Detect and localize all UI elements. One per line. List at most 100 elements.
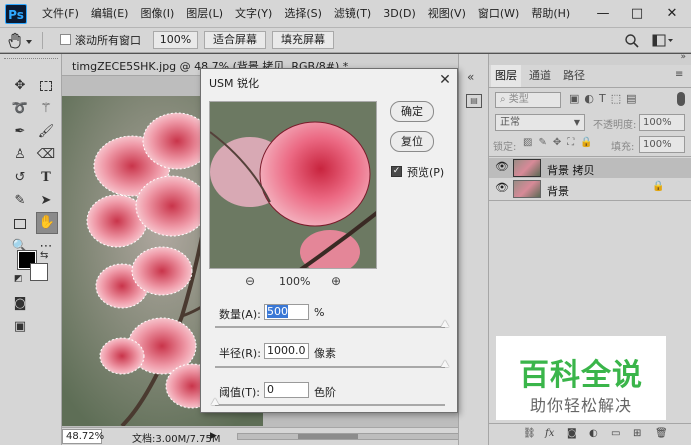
status-arrow-icon[interactable]: ▶ — [210, 431, 217, 441]
threshold-input[interactable]: 0 — [264, 382, 309, 398]
tab-channels[interactable]: 通道 — [525, 65, 555, 87]
menu-help[interactable]: 帮助(H) — [525, 0, 576, 28]
path-selection-tool-icon[interactable]: ➤ — [36, 191, 56, 211]
filter-toggle[interactable] — [677, 92, 685, 106]
menu-view[interactable]: 视图(V) — [422, 0, 472, 28]
link-layers-icon[interactable]: ⛓ — [523, 428, 536, 439]
adjustment-layer-icon[interactable]: ◐ — [589, 428, 598, 439]
menu-image[interactable]: 图像(I) — [134, 0, 180, 28]
visibility-eye-icon[interactable]: 👁 — [495, 160, 509, 173]
menu-bar: Ps 文件(F) 编辑(E) 图像(I) 图层(L) 文字(Y) 选择(S) 滤… — [0, 0, 691, 28]
swap-colors-icon[interactable]: ⇆ — [40, 250, 48, 261]
eraser-tool-icon[interactable]: ⌫ — [36, 145, 56, 165]
close-window-button[interactable]: ✕ — [655, 0, 689, 28]
workspace-switcher-icon[interactable] — [652, 33, 674, 49]
reset-button[interactable]: 复位 — [390, 131, 434, 152]
tab-paths[interactable]: 路径 — [559, 65, 589, 87]
background-color-swatch[interactable] — [30, 263, 48, 281]
history-panel-icon[interactable]: ▤ — [466, 94, 482, 108]
delete-layer-icon[interactable]: 🗑 — [655, 428, 668, 439]
eyedropper-tool-icon[interactable]: ✒ — [10, 122, 30, 142]
radius-slider-thumb[interactable] — [441, 360, 449, 367]
screen-mode-icon[interactable]: ▣ — [10, 317, 30, 337]
collapse-arrows-icon[interactable]: « — [467, 70, 474, 84]
fill-input[interactable]: 100% — [639, 136, 685, 153]
layer-style-icon[interactable]: fx — [545, 428, 554, 439]
hand-tool-preset-icon[interactable] — [5, 32, 35, 50]
radius-input[interactable]: 1000.0 — [264, 343, 309, 359]
tab-layers[interactable]: 图层 — [491, 65, 521, 87]
preview-checkbox[interactable]: ✓ — [391, 166, 402, 177]
threshold-unit: 色阶 — [314, 386, 336, 399]
opacity-label: 不透明度: — [593, 120, 637, 131]
zoom-in-icon[interactable]: ⊕ — [331, 274, 341, 288]
pen-tool-icon[interactable]: ✎ — [10, 191, 30, 211]
filter-preview[interactable] — [209, 101, 377, 269]
horizontal-scrollbar[interactable] — [237, 433, 477, 440]
layer-filter-icons[interactable]: ▣◐T⬚▤ — [569, 92, 642, 105]
amount-input[interactable]: 500 — [264, 304, 309, 320]
default-colors-icon[interactable]: ◩ — [14, 274, 23, 284]
scroll-all-windows-checkbox[interactable] — [60, 34, 71, 45]
layer-row-background-copy[interactable]: 👁 背景 拷贝 — [489, 158, 691, 178]
amount-slider-thumb[interactable] — [441, 320, 449, 327]
menu-select[interactable]: 选择(S) — [278, 0, 328, 28]
zoom-out-icon[interactable]: ⊖ — [245, 274, 255, 288]
threshold-slider[interactable] — [211, 398, 445, 406]
history-brush-tool-icon[interactable]: ↺ — [10, 168, 30, 188]
layer-thumbnail — [513, 159, 541, 177]
panel-grip — [4, 58, 58, 62]
menu-edit[interactable]: 编辑(E) — [85, 0, 135, 28]
zoom-100-button[interactable]: 100% — [153, 31, 198, 49]
panel-collapse-icon[interactable]: » — [680, 52, 686, 62]
marquee-tool-icon[interactable] — [36, 76, 56, 96]
minimize-button[interactable]: — — [586, 0, 620, 28]
menu-3d[interactable]: 3D(D) — [377, 0, 422, 28]
menu-window[interactable]: 窗口(W) — [472, 0, 525, 28]
layer-kind-filter[interactable]: ⌕ 类型 — [495, 92, 561, 108]
scrollbar-thumb[interactable] — [298, 434, 358, 439]
visibility-eye-icon[interactable]: 👁 — [495, 181, 509, 194]
menu-items: 文件(F) 编辑(E) 图像(I) 图层(L) 文字(Y) 选择(S) 滤镜(T… — [36, 0, 576, 28]
menu-filter[interactable]: 滤镜(T) — [328, 0, 377, 28]
fit-screen-button[interactable]: 适合屏幕 — [204, 31, 266, 49]
layer-name: 背景 — [547, 185, 569, 198]
menu-layer[interactable]: 图层(L) — [180, 0, 229, 28]
blend-mode-select[interactable]: 正常 ▼ — [495, 114, 585, 131]
threshold-slider-thumb[interactable] — [211, 398, 219, 405]
clone-stamp-tool-icon[interactable]: ♙ — [10, 145, 30, 165]
site-watermark: 百科全说 助你轻松解决 — [496, 336, 666, 420]
menu-file[interactable]: 文件(F) — [36, 0, 85, 28]
opacity-input[interactable]: 100% — [639, 114, 685, 131]
menu-type[interactable]: 文字(Y) — [229, 0, 278, 28]
radius-label: 半径(R): — [219, 347, 261, 360]
ok-button[interactable]: 确定 — [390, 101, 434, 122]
new-group-icon[interactable]: ▭ — [611, 428, 620, 439]
threshold-label: 阈值(T): — [219, 386, 261, 399]
photoshop-logo: Ps — [5, 4, 27, 24]
watermark-subtitle: 助你轻松解决 — [529, 396, 632, 415]
rectangle-tool-icon[interactable] — [10, 214, 30, 234]
type-tool-icon[interactable]: T — [36, 168, 56, 188]
search-icon[interactable] — [624, 33, 640, 49]
panel-menu-icon[interactable]: ≡ — [675, 69, 683, 80]
close-icon[interactable]: ✕ — [436, 71, 454, 89]
quick-mask-icon[interactable]: ◙ — [10, 294, 30, 314]
document-size-info: 文档:3.00M/7.75M — [132, 434, 221, 445]
amount-slider[interactable] — [215, 320, 449, 328]
lasso-tool-icon[interactable]: ➰ — [10, 99, 30, 119]
zoom-level-field[interactable]: 48.72% — [62, 429, 104, 444]
add-mask-icon[interactable]: ◙ — [567, 428, 577, 439]
new-layer-icon[interactable]: ⊞ — [633, 428, 641, 439]
maximize-button[interactable]: □ — [620, 0, 654, 28]
radius-slider[interactable] — [215, 360, 449, 368]
chevron-down-icon: ▼ — [573, 118, 580, 127]
hand-tool-icon[interactable]: ✋ — [36, 212, 58, 234]
watermark-title: 百科全说 — [519, 358, 643, 393]
brush-tool-icon[interactable]: 🖌 — [36, 122, 56, 142]
magic-wand-tool-icon[interactable]: ⚚ — [36, 99, 56, 119]
move-tool-icon[interactable]: ✥ — [10, 76, 30, 96]
lock-icons[interactable]: ▨✎✥⛶🔒 — [523, 137, 599, 148]
fill-screen-button[interactable]: 填充屏幕 — [272, 31, 334, 49]
layer-row-background[interactable]: 👁 背景 🔒 — [489, 179, 691, 199]
